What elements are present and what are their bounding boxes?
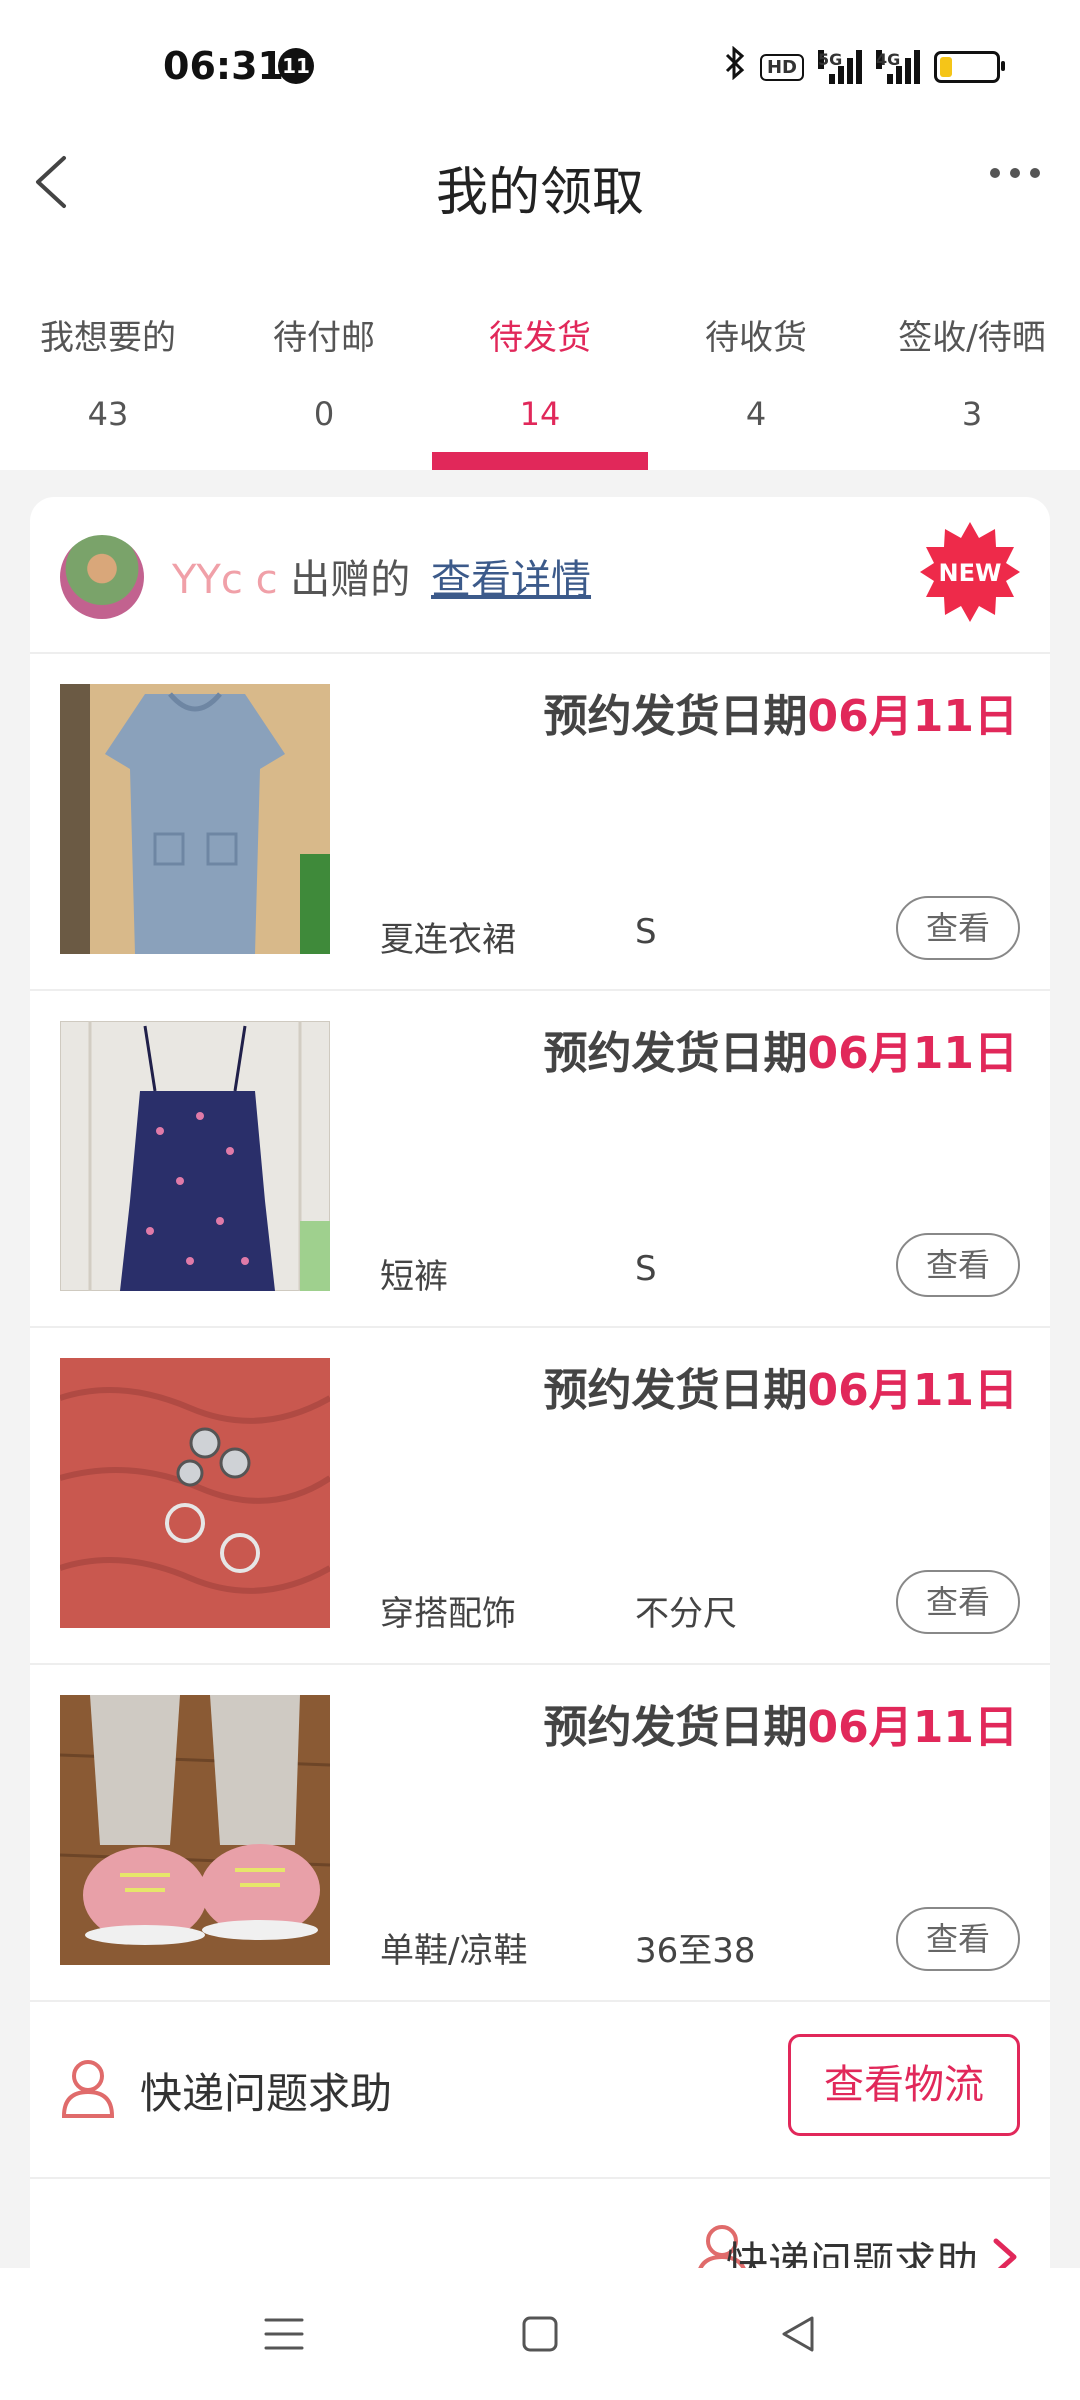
app-header: 我的领取 — [0, 130, 1080, 240]
tab-label: 待发货 — [489, 318, 591, 358]
tab-count: 43 — [87, 395, 129, 433]
item-size: 不分尺 — [635, 1594, 737, 1634]
status-time: 06:31 — [163, 44, 284, 88]
item-thumbnail[interactable] — [60, 684, 330, 954]
avatar[interactable] — [60, 535, 144, 619]
item-category: 单鞋/凉鞋 — [380, 1931, 528, 1971]
list-item[interactable]: 预约发货日期06月11日 短裤 S 查看 — [30, 991, 1050, 1328]
list-item[interactable]: 预约发货日期06月11日 单鞋/凉鞋 36至38 查看 — [30, 1665, 1050, 2002]
order-footer: 快递问题求助 查看物流 — [30, 2002, 1050, 2179]
item-thumbnail[interactable] — [60, 1021, 330, 1291]
view-button[interactable]: 查看 — [896, 1233, 1020, 1297]
tab-count: 3 — [961, 395, 983, 433]
person-icon — [61, 2060, 115, 2118]
ship-date-prefix: 预约发货日期 — [543, 1702, 808, 1753]
order-card: YYc c 出赠的 查看详情 NEW 预约发货日期06月11日 夏连衣裙 S 查… — [30, 497, 1050, 2400]
item-thumbnail[interactable] — [60, 1358, 330, 1628]
tab-count: 0 — [313, 395, 335, 433]
item-category: 穿搭配饰 — [380, 1594, 516, 1634]
page-title: 我的领取 — [435, 163, 644, 223]
tab-underline — [432, 452, 648, 470]
tab-count: 4 — [745, 395, 767, 433]
item-category: 夏连衣裙 — [380, 920, 516, 960]
ship-date-value: 06月11日 — [807, 1702, 1018, 1753]
notification-badge: 11 — [278, 48, 314, 84]
ship-date-prefix: 预约发货日期 — [543, 691, 808, 742]
new-badge-label: NEW — [938, 559, 1002, 587]
view-button[interactable]: 查看 — [896, 896, 1020, 960]
signal-4g-label: 4G — [876, 50, 901, 69]
tab-to-receive[interactable]: 待收货 4 — [648, 240, 864, 470]
giver-name[interactable]: YYc c — [172, 557, 278, 603]
order-card-header: YYc c 出赠的 查看详情 NEW — [30, 497, 1050, 654]
status-tabs: 我想要的 43 待付邮 0 待发货 14 待收货 4 签收/待晒 3 — [0, 240, 1080, 470]
item-category: 短裤 — [380, 1257, 448, 1297]
tab-want[interactable]: 我想要的 43 — [0, 240, 216, 470]
ship-date: 预约发货日期06月11日 — [544, 1354, 1018, 1418]
tab-label: 我想要的 — [40, 318, 176, 358]
tab-to-ship[interactable]: 待发货 14 — [432, 240, 648, 470]
item-size: 36至38 — [635, 1931, 756, 1971]
tab-label: 签收/待晒 — [898, 318, 1046, 358]
status-icons: HD 5G 4G — [724, 45, 1005, 88]
ship-date-prefix: 预约发货日期 — [543, 1028, 808, 1079]
list-item[interactable]: 预约发货日期06月11日 夏连衣裙 S 查看 — [30, 654, 1050, 991]
giver-info: YYc c 出赠的 查看详情 — [172, 547, 591, 605]
view-logistics-button[interactable]: 查看物流 — [788, 2034, 1020, 2136]
ship-date: 预约发货日期06月11日 — [544, 1691, 1018, 1755]
tab-received[interactable]: 签收/待晒 3 — [864, 240, 1080, 470]
courier-help-link[interactable]: 快递问题求助 — [140, 2060, 392, 2121]
signal-5g-label: 5G — [818, 50, 843, 69]
more-icon[interactable] — [990, 168, 1040, 178]
system-navigation-bar — [0, 2268, 1080, 2400]
bluetooth-icon — [724, 45, 746, 88]
item-size: S — [635, 1249, 657, 1289]
tab-label: 待付邮 — [273, 318, 375, 358]
new-badge: NEW — [920, 522, 1020, 622]
view-button[interactable]: 查看 — [896, 1570, 1020, 1634]
back-nav-icon[interactable] — [776, 2312, 820, 2356]
status-bar: 06:31 11 HD 5G 4G — [0, 0, 1080, 130]
menu-icon[interactable] — [262, 2312, 306, 2356]
home-icon[interactable] — [518, 2312, 562, 2356]
next-order-footer: 快递问题求助 — [30, 2179, 1050, 2287]
ship-date: 预约发货日期06月11日 — [544, 680, 1018, 744]
tab-count: 14 — [519, 395, 561, 433]
view-detail-link[interactable]: 查看详情 — [431, 557, 591, 603]
tab-pay-postage[interactable]: 待付邮 0 — [216, 240, 432, 470]
ship-date: 预约发货日期06月11日 — [544, 1017, 1018, 1081]
item-thumbnail[interactable] — [60, 1695, 330, 1965]
tab-label: 待收货 — [705, 318, 807, 358]
ship-date-prefix: 预约发货日期 — [543, 1365, 808, 1416]
item-size: S — [635, 912, 657, 952]
hd-icon: HD — [759, 53, 804, 81]
signal-4g-icon: 4G — [876, 50, 920, 84]
view-button[interactable]: 查看 — [896, 1907, 1020, 1971]
ship-date-value: 06月11日 — [807, 1365, 1018, 1416]
ship-date-value: 06月11日 — [807, 1028, 1018, 1079]
list-item[interactable]: 预约发货日期06月11日 穿搭配饰 不分尺 查看 — [30, 1328, 1050, 1665]
ship-date-value: 06月11日 — [807, 691, 1018, 742]
signal-5g-icon: 5G — [818, 50, 862, 84]
battery-icon — [934, 51, 1005, 83]
giver-suffix: 出赠的 — [290, 557, 411, 603]
